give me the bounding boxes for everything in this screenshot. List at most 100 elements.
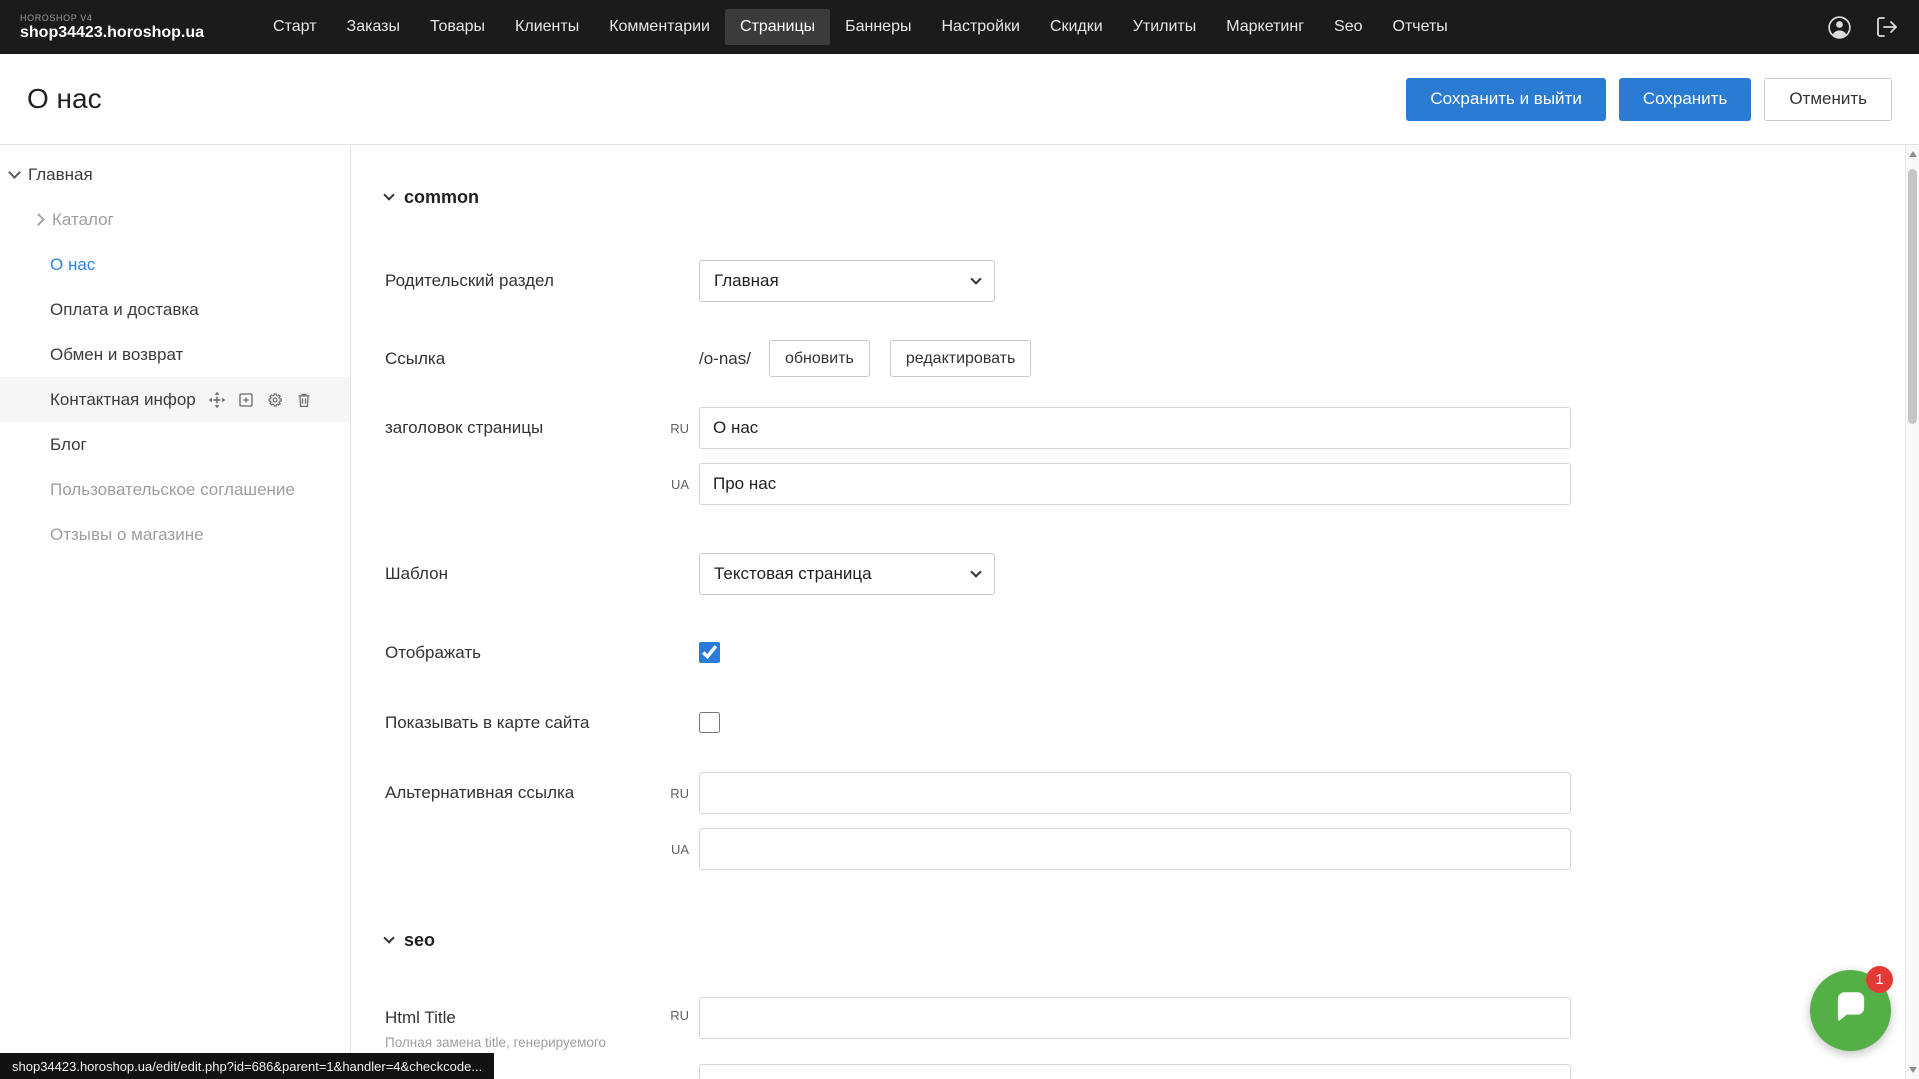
- logout-icon[interactable]: [1875, 15, 1899, 39]
- page-title-ru-input[interactable]: [699, 407, 1571, 449]
- alt-link-ua-input[interactable]: [699, 828, 1571, 870]
- lang-badge-ua: UA: [655, 842, 689, 857]
- sidebar-item-kontaktnaya-informatsiya[interactable]: Контактная инфор: [0, 377, 350, 422]
- topbar: HOROSHOP V4 shop34423.horoshop.ua Старт …: [0, 0, 1919, 54]
- menu-marketing[interactable]: Маркетинг: [1211, 9, 1319, 45]
- page-title: О нас: [27, 83, 102, 115]
- menu-discounts[interactable]: Скидки: [1035, 9, 1118, 45]
- form-row-sitemap: Показывать в карте сайта: [385, 712, 1905, 733]
- scroll-up-icon[interactable]: [1909, 151, 1917, 157]
- account-icon[interactable]: [1826, 14, 1853, 41]
- sidebar-item-polzovatelskoe-soglashenie[interactable]: Пользовательское соглашение: [0, 467, 350, 512]
- chat-launcher-button[interactable]: 1: [1810, 970, 1891, 1051]
- sidebar-item-o-nas[interactable]: О нас: [0, 242, 350, 287]
- alt-link-ru-input[interactable]: [699, 772, 1571, 814]
- field-hint: Полная замена title, генерируемого: [385, 1035, 655, 1050]
- sitemap-checkbox[interactable]: [699, 712, 720, 733]
- menu-products[interactable]: Товары: [415, 9, 500, 45]
- tree-item-label: Каталог: [52, 210, 114, 230]
- delete-icon[interactable]: [295, 391, 313, 409]
- page-edit-form: common Родительский раздел Главная Ссылк…: [351, 146, 1905, 1079]
- section-title: common: [404, 187, 479, 208]
- tree-item-label: Главная: [28, 165, 93, 185]
- sidebar-item-glavnaya[interactable]: Главная: [0, 152, 350, 197]
- field-label: Шаблон: [385, 564, 699, 584]
- topbar-icons: [1826, 14, 1899, 41]
- field-label: Html Title: [385, 1008, 655, 1028]
- lang-badge-ru: RU: [655, 997, 689, 1023]
- form-row-alt-link-ru: Альтернативная ссылка RU: [385, 772, 1905, 814]
- main-menu: Старт Заказы Товары Клиенты Комментарии …: [258, 9, 1463, 45]
- section-title: seo: [404, 930, 435, 951]
- content-area: Главная Каталог О нас Оплата и доставка …: [0, 144, 1919, 1079]
- tree-item-label: Оплата и доставка: [50, 300, 199, 320]
- display-checkbox[interactable]: [699, 642, 720, 663]
- lang-badge-ru: RU: [655, 786, 689, 801]
- parent-section-select[interactable]: Главная: [699, 260, 995, 302]
- refresh-link-button[interactable]: обновить: [769, 340, 870, 377]
- menu-utilities[interactable]: Утилиты: [1118, 9, 1212, 45]
- cancel-button[interactable]: Отменить: [1764, 78, 1892, 121]
- sidebar-item-katalog[interactable]: Каталог: [0, 197, 350, 242]
- chat-unread-badge: 1: [1866, 966, 1893, 993]
- menu-pages[interactable]: Страницы: [725, 9, 830, 45]
- logo-version: HOROSHOP V4: [20, 13, 204, 23]
- logo[interactable]: HOROSHOP V4 shop34423.horoshop.ua: [20, 13, 204, 42]
- field-label: Альтернативная ссылка: [385, 783, 655, 803]
- menu-reports[interactable]: Отчеты: [1378, 9, 1463, 45]
- html-title-ru-input[interactable]: [699, 997, 1571, 1039]
- template-select[interactable]: Текстовая страница: [699, 553, 995, 595]
- page-title-ua-input[interactable]: [699, 463, 1571, 505]
- form-row-alt-link-ua: UA: [385, 828, 1905, 870]
- menu-settings[interactable]: Настройки: [926, 9, 1034, 45]
- chevron-right-icon: [32, 213, 45, 226]
- tree-item-label: Обмен и возврат: [50, 345, 183, 365]
- menu-seo[interactable]: Seo: [1319, 9, 1377, 45]
- menu-start[interactable]: Старт: [258, 9, 331, 45]
- save-button[interactable]: Сохранить: [1619, 78, 1751, 121]
- menu-clients[interactable]: Клиенты: [500, 9, 594, 45]
- menu-comments[interactable]: Комментарии: [594, 9, 725, 45]
- form-row-page-title-ru: заголовок страницы RU: [385, 407, 1905, 449]
- tree-item-actions: [208, 391, 313, 409]
- move-icon[interactable]: [208, 391, 226, 409]
- page-header: О нас Сохранить и выйти Сохранить Отмени…: [0, 54, 1919, 144]
- settings-icon[interactable]: [266, 391, 284, 409]
- sidebar-item-blog[interactable]: Блог: [0, 422, 350, 467]
- tree-item-label: Контактная инфор: [50, 390, 196, 410]
- section-common-toggle[interactable]: common: [385, 186, 1905, 208]
- chat-bubble-icon: [1830, 987, 1872, 1034]
- header-buttons: Сохранить и выйти Сохранить Отменить: [1406, 78, 1892, 121]
- sidebar-item-obmen-i-vozvrat[interactable]: Обмен и возврат: [0, 332, 350, 377]
- section-seo-toggle[interactable]: seo: [385, 929, 1905, 951]
- tree-item-label: Блог: [50, 435, 87, 455]
- field-label: Отображать: [385, 643, 699, 663]
- lang-badge-ua: UA: [655, 477, 689, 492]
- status-url-tooltip: shop34423.horoshop.ua/edit/edit.php?id=6…: [0, 1053, 494, 1079]
- form-row-html-title-ru: Html Title Полная замена title, генериру…: [385, 997, 1905, 1050]
- chevron-down-icon: [383, 189, 394, 200]
- tree-item-label: О нас: [50, 255, 95, 275]
- sidebar-item-otzyvy-o-magazine[interactable]: Отзывы о магазине: [0, 512, 350, 557]
- pages-tree-sidebar: Главная Каталог О нас Оплата и доставка …: [0, 146, 351, 1079]
- form-row-parent-section: Родительский раздел Главная: [385, 260, 1905, 302]
- edit-link-button[interactable]: редактировать: [890, 340, 1031, 377]
- menu-orders[interactable]: Заказы: [332, 9, 415, 45]
- save-exit-button[interactable]: Сохранить и выйти: [1406, 78, 1605, 121]
- field-label: Показывать в карте сайта: [385, 713, 699, 733]
- menu-banners[interactable]: Баннеры: [830, 9, 926, 45]
- field-label-block: Html Title Полная замена title, генериру…: [385, 997, 655, 1050]
- form-row-template: Шаблон Текстовая страница: [385, 553, 1905, 595]
- link-path: /o-nas/: [699, 349, 751, 369]
- logo-domain: shop34423.horoshop.ua: [20, 24, 204, 42]
- html-title-ua-input[interactable]: [699, 1064, 1571, 1079]
- chevron-down-icon: [970, 273, 981, 284]
- form-row-display: Отображать: [385, 642, 1905, 663]
- scrollbar-thumb[interactable]: [1908, 169, 1917, 424]
- lang-badge-ru: RU: [655, 421, 689, 436]
- sidebar-item-oplata-i-dostavka[interactable]: Оплата и доставка: [0, 287, 350, 332]
- tree-item-label: Пользовательское соглашение: [50, 480, 295, 500]
- scroll-down-icon[interactable]: [1909, 1067, 1917, 1073]
- chevron-down-icon: [383, 932, 394, 943]
- add-icon[interactable]: [237, 391, 255, 409]
